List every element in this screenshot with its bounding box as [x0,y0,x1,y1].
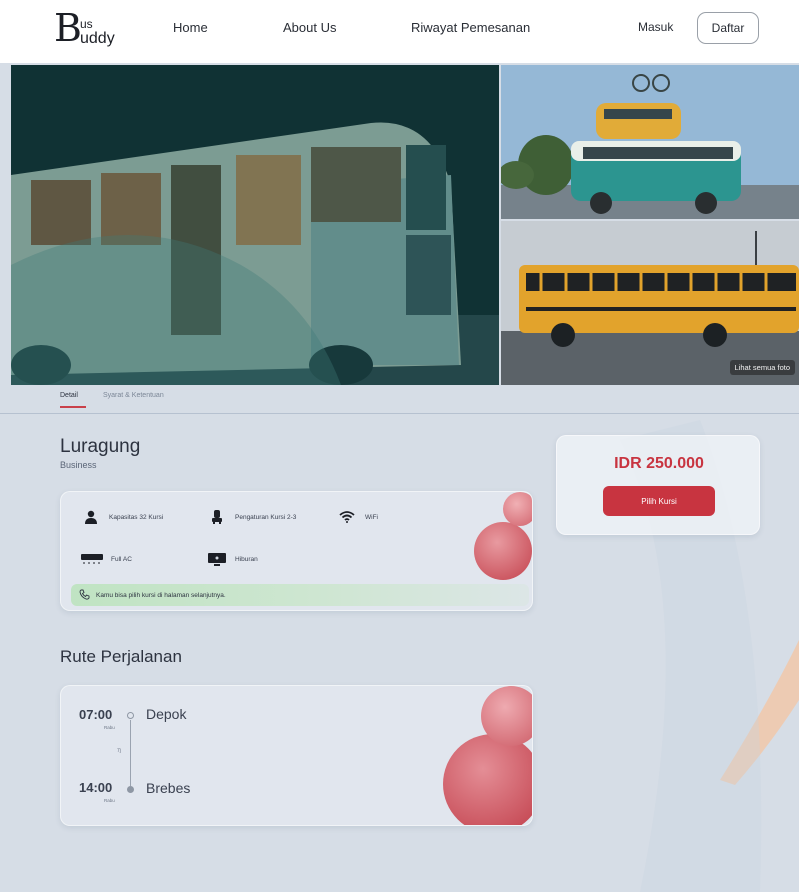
logo-uddy: uddy [80,30,115,47]
decor-blob [443,734,532,825]
departure-day: Rabu [104,725,115,730]
ac-icon [81,552,103,566]
bus-name-title: Luragung [60,436,141,457]
facility-seat-label: Pengaturan Kursi 2-3 [235,513,297,521]
bus-class-label: Business [60,460,97,470]
nav-about-link[interactable]: About Us [283,20,336,35]
phone-icon [79,589,90,602]
facility-seat-arrangement: Pengaturan Kursi 2-3 [207,510,296,524]
arrival-day: Rabu [104,798,115,803]
logo-letter-b: B [54,6,82,50]
trip-duration: 7j [117,748,121,754]
tabs-divider [0,413,799,414]
person-icon [81,510,101,524]
top-navbar: B us uddy Home About Us Riwayat Pemesana… [0,0,799,63]
arrival-city: Brebes [146,780,191,796]
facility-ac: Full AC [81,552,132,566]
nav-riwayat-link[interactable]: Riwayat Pemesanan [411,20,530,35]
seat-selection-note: Kamu bisa pilih kursi di halaman selanju… [96,591,226,599]
facility-wifi: WiFi [337,510,378,524]
route-section-title: Rute Perjalanan [60,647,182,666]
seat-selection-info: Kamu bisa pilih kursi di halaman selanju… [71,584,529,606]
daftar-button[interactable]: Daftar [697,12,759,44]
decor-blob [474,522,532,580]
route-card: 07:00 Rabu Depok 7j 14:00 Rabu Brebes [60,685,533,826]
route-line [130,720,131,786]
facility-ac-label: Full AC [111,555,132,563]
decor-blob [481,686,532,746]
departure-time: 07:00 [79,707,113,722]
price-card: IDR 250.000 Pilih Kursi [556,435,760,535]
departure-dot [127,712,134,719]
photo-gallery: Lihat semua foto [11,65,799,385]
tab-syarat-ketentuan[interactable]: Syarat & Ketentuan [103,392,164,399]
logo-us: us [80,17,93,31]
facility-entertainment-label: Hiburan [235,555,258,563]
departure-city: Depok [146,706,187,722]
see-all-photos-button[interactable]: Lihat semua foto [729,360,795,375]
main-bus-photo[interactable] [11,65,499,385]
vintage-bus-photo[interactable] [501,65,799,219]
facility-capacity: Kapasitas 32 Kursi [81,510,163,524]
bus-buddy-logo[interactable]: B us uddy [54,8,124,52]
decor-blob [503,492,532,526]
pilih-kursi-button[interactable]: Pilih Kursi [603,486,715,516]
price-amount: IDR 250.000 [614,455,704,472]
tab-detail[interactable]: Detail [60,392,86,408]
tv-icon [207,552,227,566]
school-bus-photo[interactable]: Lihat semua foto [501,221,799,385]
arrival-dot [127,786,134,793]
facility-entertainment: Hiburan [207,552,258,566]
facilities-card: Kapasitas 32 Kursi Pengaturan Kursi 2-3 … [60,491,533,611]
nav-home-link[interactable]: Home [173,20,208,35]
facility-capacity-label: Kapasitas 32 Kursi [109,513,164,521]
seat-icon [207,510,227,524]
arrival-time: 14:00 [79,780,113,795]
masuk-button[interactable]: Masuk [638,20,673,34]
wifi-icon [337,510,357,524]
facility-wifi-label: WiFi [365,513,378,521]
